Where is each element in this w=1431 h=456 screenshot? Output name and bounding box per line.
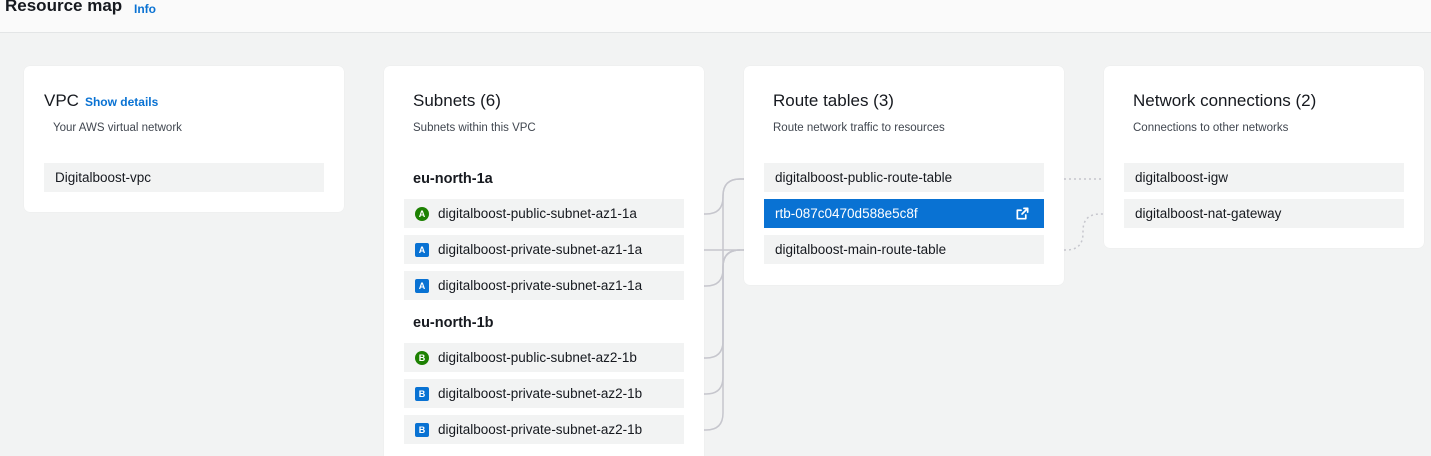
subnets-card: Subnets (6) Subnets within this VPC eu-n… (384, 66, 704, 456)
subnet-label: digitalboost-public-subnet-az1-1a (438, 206, 637, 221)
network-connection-label: digitalboost-nat-gateway (1135, 206, 1282, 221)
route-tables-card: Route tables (3) Route network traffic t… (744, 66, 1064, 285)
subnet-item[interactable]: B digitalboost-private-subnet-az2-1b (404, 379, 684, 408)
route-table-item[interactable]: digitalboost-main-route-table (764, 235, 1044, 264)
subnet-label: digitalboost-private-subnet-az2-1b (438, 386, 643, 401)
vpc-subtitle: Your AWS virtual network (53, 122, 182, 134)
private-subnet-badge-icon: B (415, 422, 429, 437)
show-details-link[interactable]: Show details (85, 95, 158, 109)
subnet-label: digitalboost-public-subnet-az2-1b (438, 350, 637, 365)
az-group-label: eu-north-1a (413, 171, 493, 187)
subnets-subtitle: Subnets within this VPC (413, 122, 536, 134)
private-subnet-badge-icon: B (415, 386, 429, 401)
subnet-item[interactable]: A digitalboost-private-subnet-az1-1a (404, 271, 684, 300)
route-table-label: digitalboost-main-route-table (775, 242, 947, 257)
subnet-label: digitalboost-private-subnet-az2-1b (438, 422, 643, 437)
subnet-item[interactable]: A digitalboost-private-subnet-az1-1a (404, 235, 684, 264)
network-connection-item[interactable]: digitalboost-nat-gateway (1124, 199, 1404, 228)
network-connections-subtitle: Connections to other networks (1133, 122, 1289, 134)
public-subnet-badge-icon: A (415, 206, 429, 221)
vpc-title: VPC (44, 91, 79, 110)
subnet-item[interactable]: B digitalboost-private-subnet-az2-1b (404, 415, 684, 444)
private-subnet-badge-icon: A (415, 242, 429, 257)
subnet-label: digitalboost-private-subnet-az1-1a (438, 278, 643, 293)
route-tables-title: Route tables (3) (773, 91, 894, 110)
az-group-label: eu-north-1b (413, 315, 494, 331)
network-connection-label: digitalboost-igw (1135, 170, 1229, 185)
network-connections-card: Network connections (2) Connections to o… (1104, 66, 1424, 248)
subnet-label: digitalboost-private-subnet-az1-1a (438, 242, 643, 257)
route-table-item-selected[interactable]: rtb-087c0470d588e5c8f (764, 199, 1044, 228)
route-table-item[interactable]: digitalboost-public-route-table (764, 163, 1044, 192)
public-subnet-badge-icon: B (415, 350, 429, 365)
route-tables-subtitle: Route network traffic to resources (773, 122, 945, 134)
external-link-icon[interactable] (1015, 206, 1030, 221)
vpc-title-row: VPC Show details (44, 91, 158, 111)
subnets-title: Subnets (6) (413, 91, 501, 110)
vpc-card: VPC Show details Your AWS virtual network… (24, 66, 344, 212)
route-table-label: rtb-087c0470d588e5c8f (775, 206, 918, 221)
vpc-item-label: Digitalboost-vpc (55, 170, 152, 185)
subnet-item[interactable]: B digitalboost-public-subnet-az2-1b (404, 343, 684, 372)
vpc-item[interactable]: Digitalboost-vpc (44, 163, 324, 192)
network-connection-item[interactable]: digitalboost-igw (1124, 163, 1404, 192)
route-table-label: digitalboost-public-route-table (775, 170, 953, 185)
subnet-item[interactable]: A digitalboost-public-subnet-az1-1a (404, 199, 684, 228)
network-connections-title: Network connections (2) (1133, 91, 1317, 110)
private-subnet-badge-icon: A (415, 278, 429, 293)
